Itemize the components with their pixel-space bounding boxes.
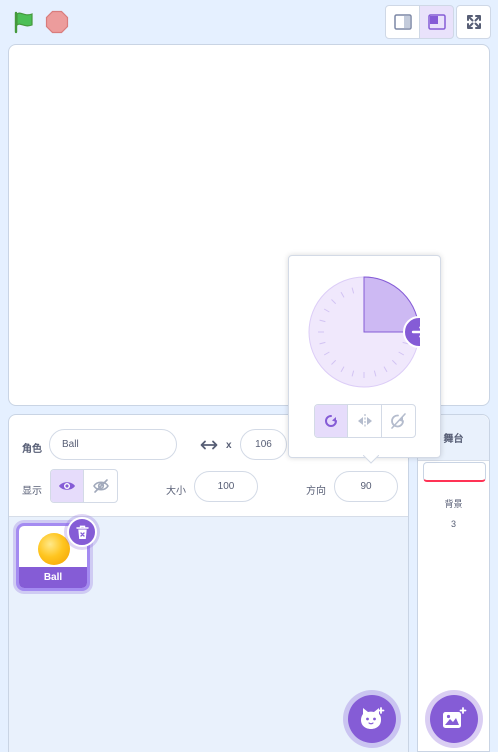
direction-value: 90 — [360, 481, 372, 492]
direction-label: 方向 — [306, 486, 326, 497]
hide-button[interactable] — [84, 470, 117, 502]
stop-icon[interactable] — [45, 10, 69, 34]
left-right-button[interactable] — [348, 405, 382, 437]
cat-plus-icon — [361, 707, 385, 729]
flip-horizontal-icon — [357, 414, 372, 428]
eye-icon — [59, 482, 75, 490]
direction-dial[interactable] — [308, 276, 420, 388]
fullscreen-icon — [466, 15, 481, 29]
sprite-name-label: 角色 — [22, 444, 42, 455]
show-button[interactable] — [51, 470, 85, 502]
sprite-name-input[interactable]: Ball — [49, 429, 177, 460]
size-label: 大小 — [166, 486, 186, 497]
popover-arrow — [363, 455, 379, 464]
backdrops-label: 背景 — [444, 499, 463, 509]
rotation-style-group — [314, 404, 416, 438]
direction-input[interactable]: 90 — [334, 471, 398, 502]
image-plus-icon — [443, 707, 467, 728]
sprite-tile-label: Ball — [19, 567, 87, 588]
small-stage-button[interactable] — [385, 5, 420, 39]
sprite-pane: 角色 Ball x 106 显示 大小 100 方向 90 Ball — [8, 414, 409, 752]
size-value: 100 — [217, 481, 235, 492]
sprite-thumbnail — [38, 533, 70, 565]
x-label: x — [226, 440, 232, 451]
x-position-icon — [200, 440, 218, 450]
green-flag-icon[interactable] — [12, 10, 36, 34]
trash-icon — [75, 525, 89, 539]
show-label: 显示 — [22, 486, 42, 497]
large-stage-button[interactable] — [419, 5, 454, 39]
visibility-toggle — [50, 469, 118, 503]
x-position-value: 106 — [255, 439, 272, 450]
small-stage-icon — [393, 14, 412, 30]
sprite-name-value: Ball — [62, 439, 79, 450]
size-input[interactable]: 100 — [194, 471, 258, 502]
backdrops-count: 3 — [450, 519, 456, 529]
dont-rotate-button[interactable] — [382, 405, 415, 437]
eye-slash-icon — [92, 479, 109, 493]
stage-thumbnail[interactable] — [423, 462, 486, 482]
rotate-all-around-button[interactable] — [315, 405, 349, 437]
fullscreen-button[interactable] — [456, 5, 491, 39]
no-rotate-icon — [391, 413, 407, 429]
rotate-icon — [325, 415, 338, 427]
x-position-input[interactable]: 106 — [240, 429, 287, 460]
delete-sprite-button[interactable] — [67, 517, 97, 547]
choose-backdrop-button[interactable] — [430, 695, 478, 743]
large-stage-icon — [427, 14, 446, 30]
choose-sprite-button[interactable] — [348, 695, 396, 743]
